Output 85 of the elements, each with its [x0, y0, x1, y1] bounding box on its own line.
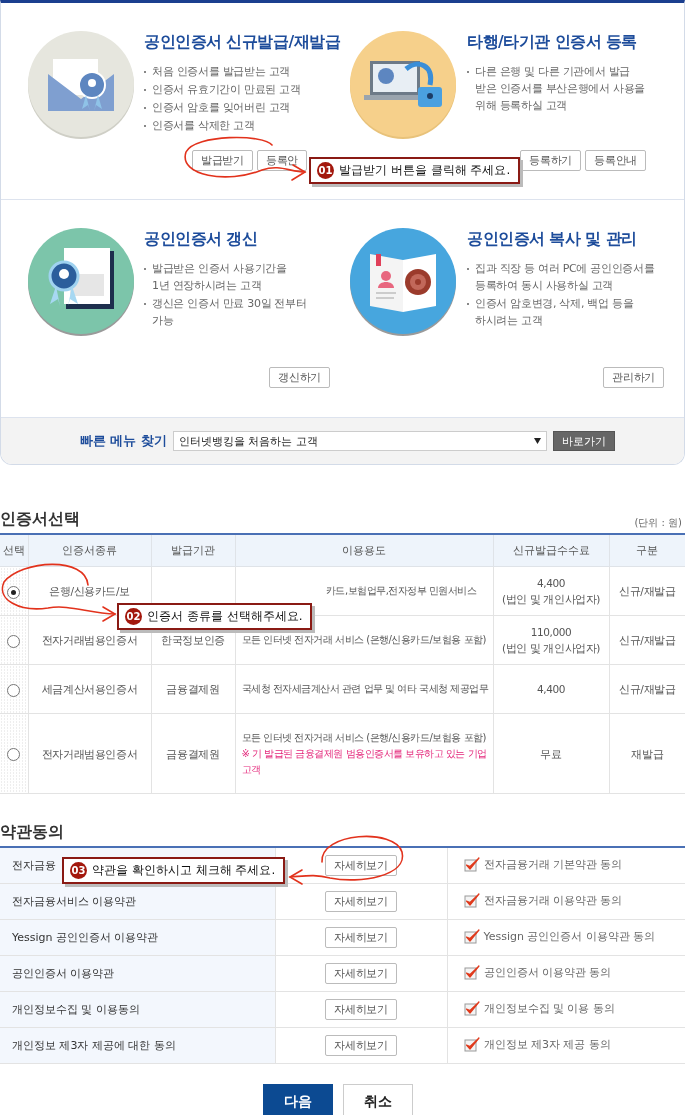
card-title: 공인인증서 복사 및 관리: [467, 229, 638, 250]
usage-text: 국세청 전자세금계산서 관련 업무 및 여타 국세청 제공업무: [241, 682, 490, 696]
step-badge: 03: [70, 862, 87, 879]
action-button[interactable]: 발급받기: [192, 150, 253, 171]
table-cell: 전자거래범용인증서: [28, 713, 151, 794]
card-description: 갱신은 인증서 만료 30일 전부터 가능: [152, 296, 307, 329]
checkbox[interactable]: [463, 856, 480, 872]
table-cell: 세금계산서용인증서: [28, 664, 151, 714]
fee-amount: 4,400: [535, 576, 567, 591]
checkbox[interactable]: [463, 928, 480, 944]
card-title: 공인인증서 갱신: [144, 229, 259, 250]
checkbox[interactable]: [463, 964, 480, 980]
details-button[interactable]: 자세히보기: [325, 855, 397, 876]
cancel-button[interactable]: 취소: [342, 1084, 413, 1115]
checkbox[interactable]: [463, 1036, 480, 1052]
fee-amount: 4,400: [535, 682, 567, 697]
card-description: 인증서 유효기간이 만료된 고객: [152, 82, 301, 98]
table-cell: 신규/재발급: [609, 566, 685, 616]
agree-label: 공인인증서 이용약관 동의: [483, 964, 612, 980]
agree-label: 전자금융거래 기본약관 동의: [483, 856, 623, 872]
terms-name: 개인정보 제3자 제공에 대한 동의: [0, 1027, 275, 1064]
next-button[interactable]: 다음: [262, 1084, 333, 1115]
card-title: 타행/타기관 인증서 등록: [467, 32, 638, 53]
agree-label: Yessign 공인인증서 이용약관 동의: [483, 928, 656, 944]
unit-note: (단위 : 원): [634, 516, 683, 530]
action-button[interactable]: 등록안내: [585, 150, 646, 171]
step-badge: 01: [317, 162, 334, 179]
table-cell: 신규/재발급: [609, 664, 685, 714]
radio-button[interactable]: [7, 585, 21, 599]
agree-label: 개인정보 제3자 제공 동의: [483, 1036, 611, 1052]
action-button[interactable]: 등록안: [256, 150, 307, 171]
table-cell: 금융결제원: [151, 713, 235, 794]
dropdown-arrow-icon: [533, 438, 541, 444]
quick-menu-label: 빠른 메뉴 찾기: [80, 432, 167, 450]
radio-button[interactable]: [7, 634, 21, 648]
go-button[interactable]: 바로가기: [552, 431, 615, 451]
details-button[interactable]: 자세히보기: [325, 999, 397, 1020]
column-header: 구분: [609, 535, 685, 567]
details-button[interactable]: 자세히보기: [325, 927, 397, 948]
card-description: 집과 직장 등 여러 PC에 공인인증서를 등록하여 동시 사용하실 고객: [475, 261, 655, 294]
terms-name: Yessign 공인인증서 이용약관: [0, 919, 275, 956]
details-button[interactable]: 자세히보기: [325, 963, 397, 984]
callout-text: 발급받기 버튼을 클릭해 주세요.: [339, 162, 511, 179]
agree-label: 개인정보수집 및 이용 동의: [483, 1000, 615, 1016]
column-header: 이용용도: [235, 535, 493, 567]
radio-button[interactable]: [7, 748, 21, 761]
details-button[interactable]: 자세히보기: [325, 891, 397, 912]
agree-label: 전자금융거래 이용약관 동의: [483, 892, 623, 908]
usage-text: 카드,보험업무,전자정부 민원서비스: [324, 584, 477, 598]
card-description: 처음 인증서를 발급받는 고객: [152, 64, 290, 80]
terms-name: 전자금융서비스 이용약관: [0, 883, 275, 920]
action-button[interactable]: 관리하기: [603, 367, 664, 388]
fee-note: (법인 및 개인사업자): [500, 641, 602, 656]
card-description: 인증서 암호변경, 삭제, 백업 등을 하시려는 고객: [475, 296, 634, 329]
step-badge: 02: [125, 608, 142, 625]
column-header: 선택: [0, 535, 28, 567]
callout-text: 약관을 확인하시고 체크해 주세요.: [92, 862, 276, 879]
details-button[interactable]: 자세히보기: [325, 1035, 397, 1056]
column-header: 신규발급수수료: [493, 535, 609, 567]
fee-amount: 110,000: [529, 625, 573, 640]
column-header: 인증서종류: [28, 535, 151, 567]
terms-name: 개인정보수집 및 이용동의: [0, 991, 275, 1028]
table-cell: 금융결제원: [151, 664, 235, 714]
action-button[interactable]: 등록하기: [520, 150, 582, 171]
checkbox[interactable]: [463, 892, 480, 908]
radio-button[interactable]: [7, 683, 21, 697]
table-cell: 신규/재발급: [609, 615, 685, 665]
usage-text: 모든 인터넷 전자거래 서비스 (은행/신용카드/보험용 포함): [241, 633, 487, 647]
checkbox[interactable]: [463, 1000, 480, 1016]
fee-note: (법인 및 개인사업자): [500, 592, 602, 607]
section-title: 약관동의: [0, 822, 64, 843]
column-header: 발급기관: [151, 535, 235, 567]
usage-text: 모든 인터넷 전자거래 서비스 (은행/신용카드/보험용 포함): [241, 730, 487, 745]
card-title: 공인인증서 신규발급/재발급: [144, 32, 341, 53]
section-title: 인증서선택: [0, 509, 80, 530]
terms-name: 공인인증서 이용약관: [0, 955, 275, 992]
table-cell: 재발급: [609, 713, 685, 794]
card-description: 발급받은 인증서 사용기간을 1년 연장하시려는 고객: [152, 261, 287, 294]
notice-text: ※ 기 발급된 금융결제원 범용인증서를 보유하고 있는 기업고객: [241, 746, 488, 777]
card-description: 다른 은행 및 다른 기관에서 발급 받은 인증서를 부산은행에서 사용을 위해 등록하실 고객: [475, 64, 646, 114]
card-description: 인증서를 삭제한 고객: [152, 118, 255, 134]
fee-amount: 무료: [539, 746, 563, 762]
action-button[interactable]: 갱신하기: [269, 367, 330, 388]
card-description: 인증서 암호를 잊어버린 고객: [152, 100, 290, 116]
menu-dropdown[interactable]: 인터넷뱅킹을 처음하는 고객: [172, 431, 547, 451]
